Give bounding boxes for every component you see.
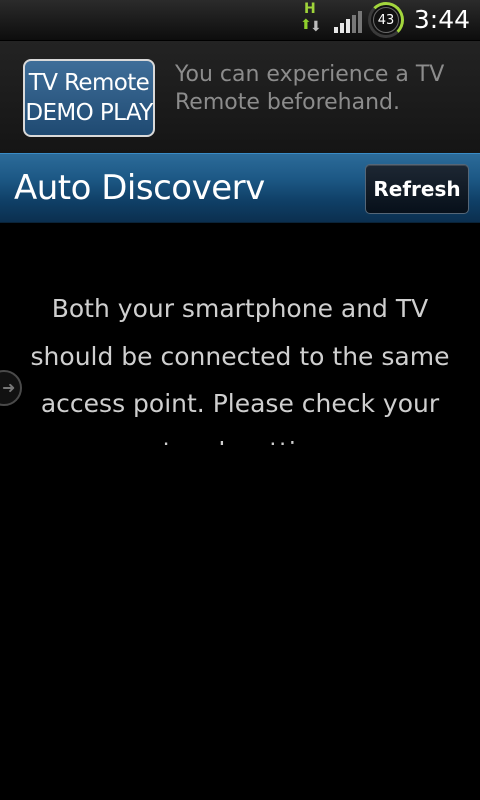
connection-message: Both your smartphone and TV should be co… [30, 294, 450, 445]
refresh-button[interactable]: Refresh [365, 164, 469, 214]
demo-button-line2: DEMO PLAY [25, 100, 153, 126]
hspa-icon: H ⬆ ⬇ [298, 2, 322, 36]
page-title: Auto Discoverv [14, 168, 265, 208]
demo-play-button[interactable]: TV Remote DEMO PLAY [23, 59, 155, 137]
signal-icon [334, 9, 364, 33]
status-bar: H ⬆ ⬇ 43 3:44 [0, 0, 480, 41]
download-arrow-icon: ⬇ [310, 19, 322, 35]
demo-bar: TV Remote DEMO PLAY You can experience a… [0, 41, 480, 153]
message-area: Both your smartphone and TV should be co… [0, 275, 480, 445]
battery-icon: 43 [368, 2, 404, 38]
demo-description: You can experience a TV Remote beforehan… [175, 62, 445, 115]
battery-level: 43 [373, 7, 399, 33]
status-clock: 3:44 [413, 5, 470, 34]
title-bar: Auto Discoverv Refresh [0, 153, 480, 223]
network-type-label: H [304, 1, 316, 17]
demo-button-line1: TV Remote [28, 70, 150, 96]
